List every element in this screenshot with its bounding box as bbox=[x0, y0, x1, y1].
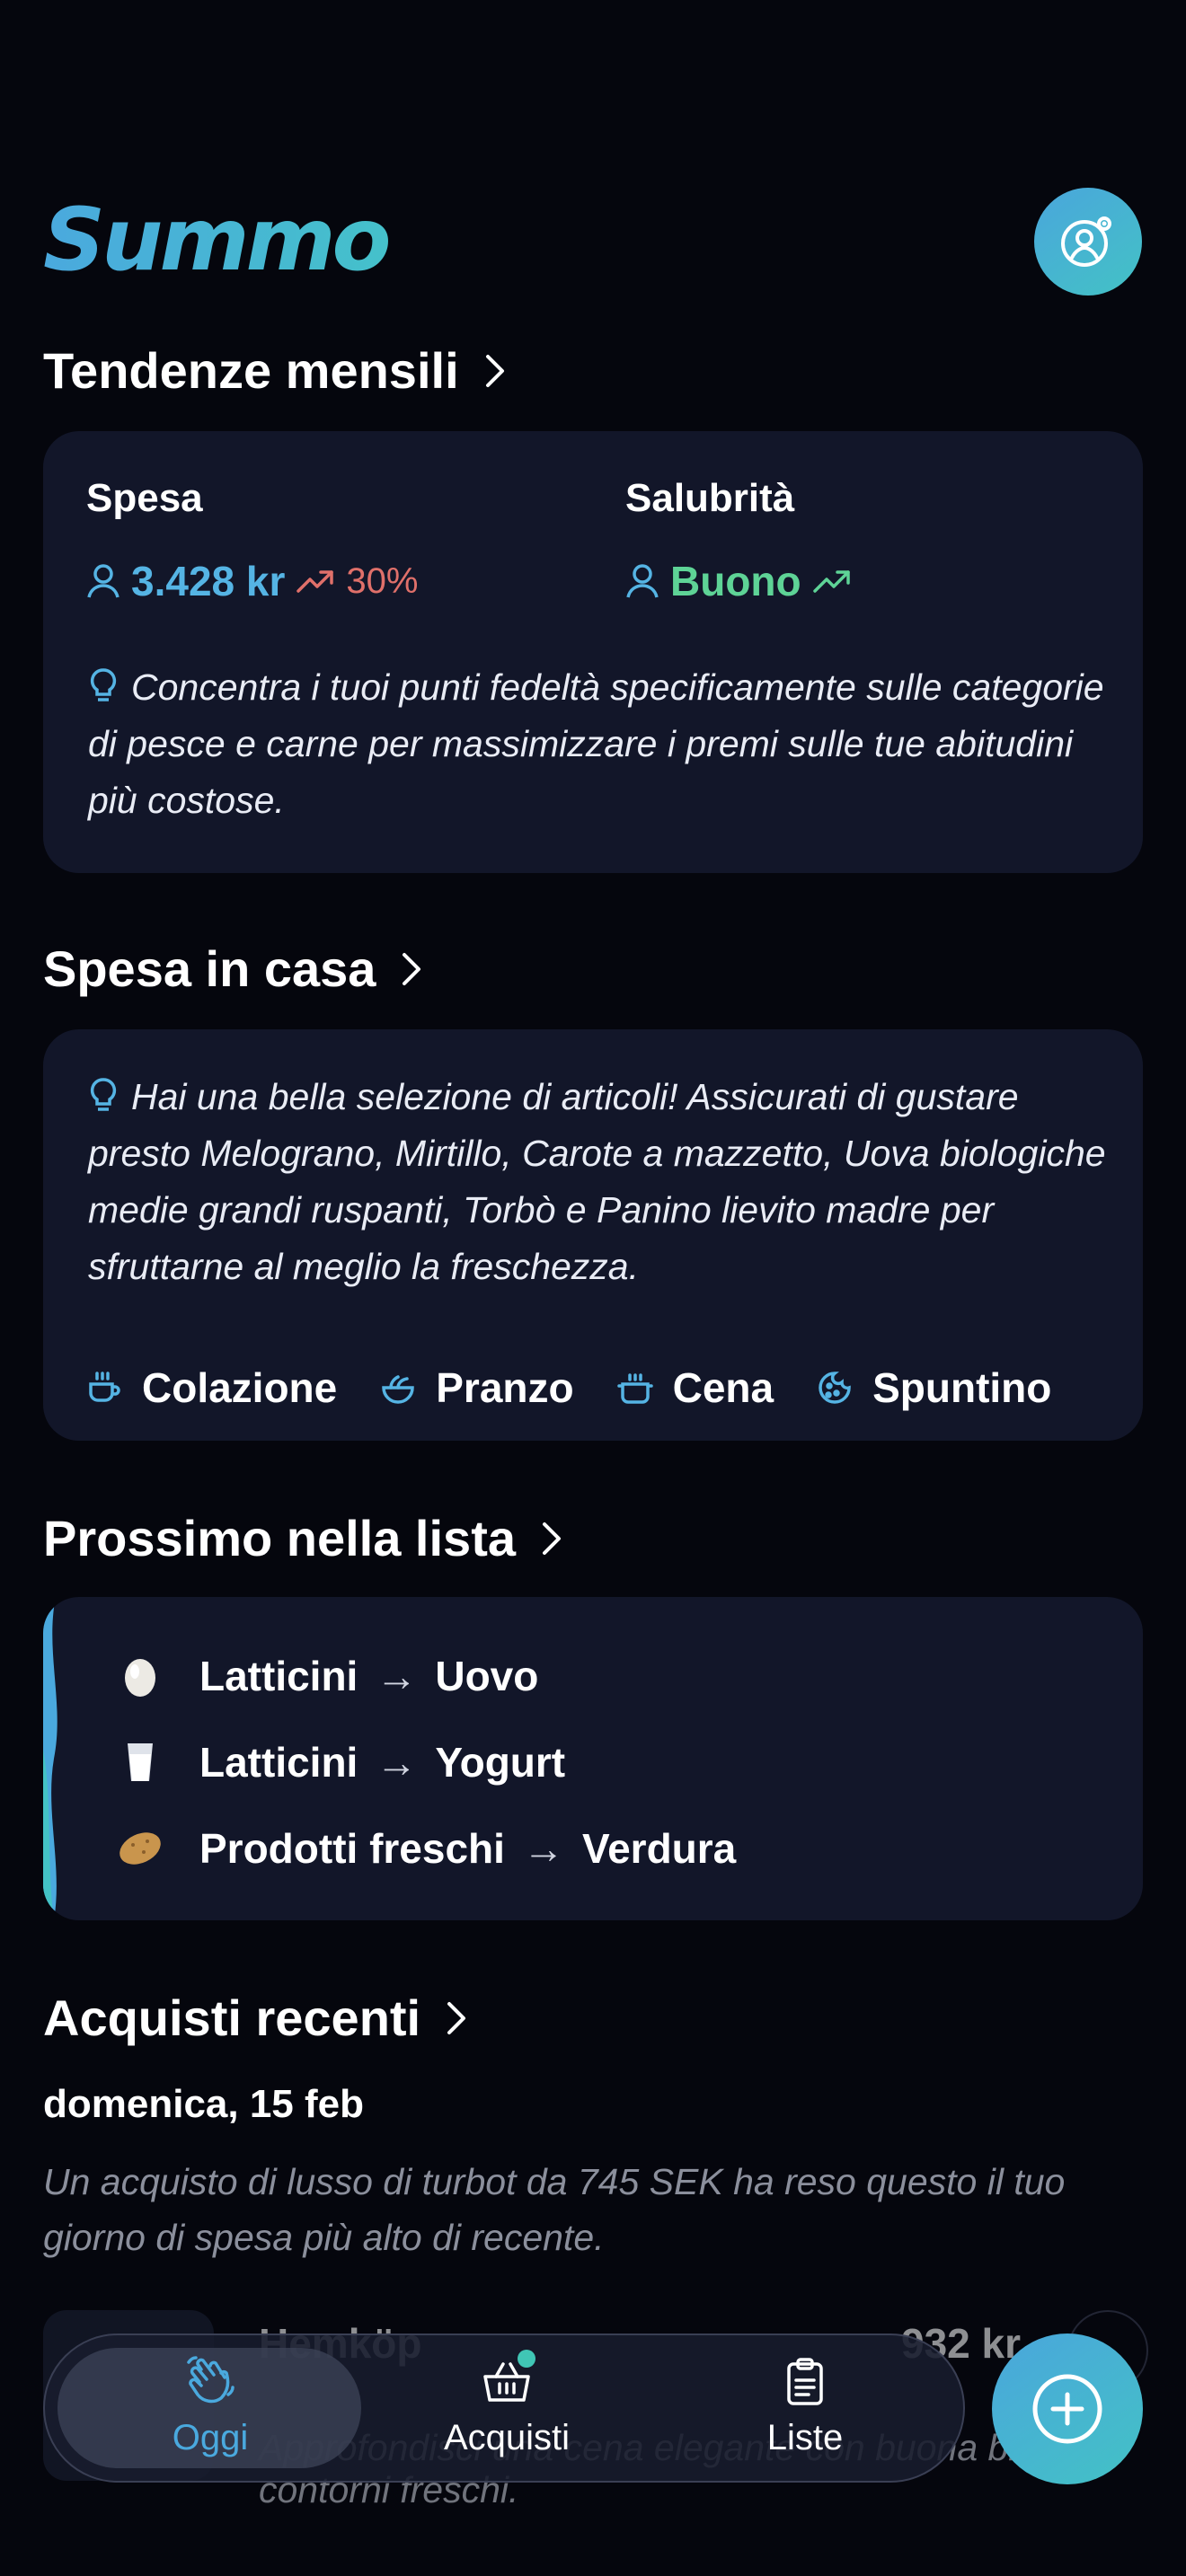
pantry-card[interactable]: Hai una bella selezione di articoli! Ass… bbox=[43, 1029, 1143, 1441]
coffee-cup-icon bbox=[89, 1372, 120, 1402]
egg-icon bbox=[125, 1659, 155, 1697]
tab-today[interactable]: Oggi bbox=[66, 2355, 354, 2463]
chevron-right-icon bbox=[485, 354, 504, 387]
add-button[interactable] bbox=[992, 2333, 1143, 2484]
spend-value: 3.428 kr bbox=[131, 558, 286, 604]
chevron-right-icon bbox=[403, 952, 421, 985]
trend-up-icon bbox=[812, 570, 850, 593]
section-title: Tendenze mensili bbox=[43, 342, 459, 399]
list-item[interactable]: Latticini → Uovo bbox=[115, 1651, 538, 1701]
potato-icon bbox=[119, 1832, 161, 1865]
lightbulb-icon bbox=[90, 1078, 117, 1111]
section-header-monthly-trends[interactable]: Tendenze mensili bbox=[43, 341, 508, 400]
salad-bowl-icon bbox=[382, 1375, 415, 1404]
spend-change: 30% bbox=[346, 560, 419, 601]
cookie-icon bbox=[819, 1372, 851, 1404]
pantry-tip: Hai una bella selezione di articoli! Ass… bbox=[88, 1076, 1106, 1287]
list-item[interactable]: Latticini → Yogurt bbox=[115, 1737, 565, 1787]
purchase-date: domenica, 15 feb bbox=[43, 2082, 365, 2126]
section-header-recent-purchases[interactable]: Acquisti recenti bbox=[43, 1989, 469, 2047]
tab-lists[interactable]: Liste bbox=[661, 2355, 949, 2463]
health-label: Salubrità bbox=[625, 476, 795, 520]
trends-tip: Concentra i tuoi punti fedeltà specifica… bbox=[88, 666, 1104, 821]
meal-lunch-button[interactable]: Pranzo bbox=[380, 1363, 574, 1412]
user-settings-icon bbox=[1061, 216, 1111, 267]
tab-purchases[interactable]: Acquisti bbox=[363, 2350, 651, 2463]
plus-circle-icon bbox=[1032, 2374, 1102, 2444]
health-value: Buono bbox=[670, 558, 801, 604]
meal-snack-button[interactable]: Spuntino bbox=[817, 1363, 1051, 1412]
section-header-next-list[interactable]: Prossimo nella lista bbox=[43, 1509, 564, 1567]
trend-up-icon bbox=[296, 570, 334, 593]
notification-dot bbox=[518, 2350, 535, 2368]
list-item[interactable]: Prodotti freschi → Verdura bbox=[115, 1823, 736, 1874]
glass-of-milk-icon bbox=[128, 1743, 153, 1781]
bottom-navigation: Oggi Acquisti Liste bbox=[43, 2333, 965, 2483]
user-icon bbox=[626, 564, 659, 598]
section-title: Spesa in casa bbox=[43, 940, 376, 997]
next-list-card[interactable]: Latticini → Uovo Latticini → Yogurt Prodotti… bbox=[43, 1597, 1143, 1920]
user-icon bbox=[87, 564, 119, 598]
spend-metric: 3.428 kr 30% bbox=[86, 557, 418, 605]
purchase-day-summary: Un acquisto di lusso di turbot da 745 SE… bbox=[43, 2161, 1066, 2258]
lightbulb-icon bbox=[90, 668, 117, 701]
chevron-right-icon bbox=[447, 2001, 466, 2034]
profile-settings-button[interactable] bbox=[1034, 188, 1142, 296]
section-header-pantry[interactable]: Spesa in casa bbox=[43, 940, 424, 998]
section-title: Prossimo nella lista bbox=[43, 1510, 516, 1566]
section-title: Acquisti recenti bbox=[43, 1989, 421, 2046]
accent-wave bbox=[43, 1597, 58, 1920]
meal-filters: Colazione Pranzo Cena Spuntino bbox=[86, 1363, 1107, 1412]
spend-label: Spesa bbox=[86, 476, 203, 520]
waving-hand-icon bbox=[187, 2356, 235, 2404]
app-logo: Summo+ bbox=[43, 175, 432, 290]
health-metric: Buono bbox=[625, 557, 852, 605]
clipboard-list-icon bbox=[787, 2358, 823, 2405]
chevron-right-icon bbox=[542, 1522, 561, 1555]
monthly-trends-card[interactable]: Spesa Salubrità 3.428 kr 30% Buono Conce… bbox=[43, 431, 1143, 873]
meal-dinner-button[interactable]: Cena bbox=[616, 1363, 774, 1412]
cooking-pot-icon bbox=[616, 1373, 653, 1404]
meal-breakfast-button[interactable]: Colazione bbox=[86, 1363, 337, 1412]
